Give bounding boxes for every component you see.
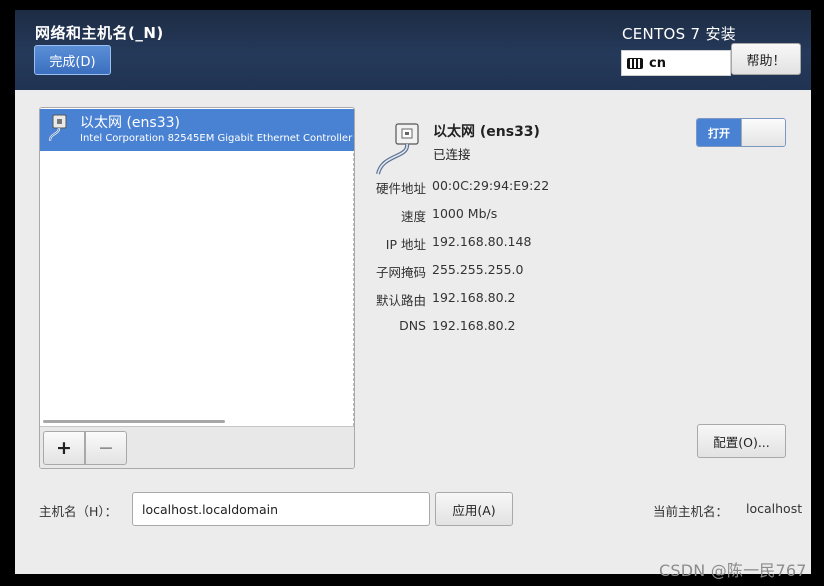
device-list-panel: 以太网 (ens33) Intel Corporation 82545EM Gi… (39, 107, 355, 469)
default-route-value: 192.168.80.2 (432, 290, 516, 305)
keyboard-layout-indicator[interactable]: cn (621, 50, 731, 76)
keyboard-icon (627, 57, 643, 69)
horizontal-scrollbar[interactable] (43, 420, 225, 423)
header-bar: 网络和主机名(_N) 完成(D) CENTOS 7 安装 cn 帮助！ (15, 10, 811, 90)
remove-device-button[interactable]: − (85, 431, 127, 465)
hostname-label: 主机名（H）： (39, 504, 118, 519)
add-device-button[interactable]: + (43, 431, 85, 465)
installer-window: 网络和主机名(_N) 完成(D) CENTOS 7 安装 cn 帮助！ 以太网 … (15, 10, 811, 574)
hardware-address-value: 00:0C:29:94:E9:22 (432, 178, 550, 193)
toggle-knob (741, 119, 785, 146)
device-name: 以太网 (ens33) (433, 124, 540, 140)
device-status: 已连接 (433, 147, 471, 162)
apply-button[interactable]: 应用(A) (435, 492, 513, 526)
ethernet-device-icon (376, 123, 419, 175)
configure-button[interactable]: 配置(O)... (697, 424, 786, 458)
default-route-label: 默认路由 (375, 293, 426, 308)
toggle-on-label: 打开 (697, 119, 741, 146)
hardware-address-label: 硬件地址 (375, 181, 426, 196)
connection-toggle[interactable]: 打开 (696, 118, 786, 147)
ethernet-icon (48, 114, 67, 142)
device-row-ens33[interactable]: 以太网 (ens33) Intel Corporation 82545EM Gi… (40, 109, 354, 151)
current-hostname-label: 当前主机名： (653, 504, 729, 519)
device-row-description: Intel Corporation 82545EM Gigabit Ethern… (80, 133, 355, 144)
subnet-mask-value: 255.255.255.0 (432, 262, 524, 277)
page-title: 网络和主机名(_N) (35, 24, 164, 42)
device-list: 以太网 (ens33) Intel Corporation 82545EM Gi… (40, 108, 354, 426)
hostname-input[interactable] (132, 492, 430, 526)
help-button[interactable]: 帮助！ (731, 43, 801, 75)
dns-value: 192.168.80.2 (432, 318, 516, 333)
speed-label: 速度 (400, 209, 426, 224)
device-list-toolbar: + − (40, 426, 354, 468)
ip-address-label: IP 地址 (385, 237, 426, 252)
watermark: CSDN @陈一民767 (659, 561, 807, 580)
ip-address-value: 192.168.80.148 (432, 234, 532, 249)
device-row-name: 以太网 (ens33) (80, 115, 180, 131)
done-button[interactable]: 完成(D) (34, 45, 111, 75)
current-hostname-value: localhost (746, 501, 803, 516)
speed-value: 1000 Mb/s (432, 206, 498, 221)
product-title: CENTOS 7 安装 (622, 25, 737, 43)
subnet-mask-label: 子网掩码 (375, 265, 426, 280)
dns-label: DNS (399, 318, 426, 333)
keyboard-layout-label: cn (649, 55, 666, 71)
